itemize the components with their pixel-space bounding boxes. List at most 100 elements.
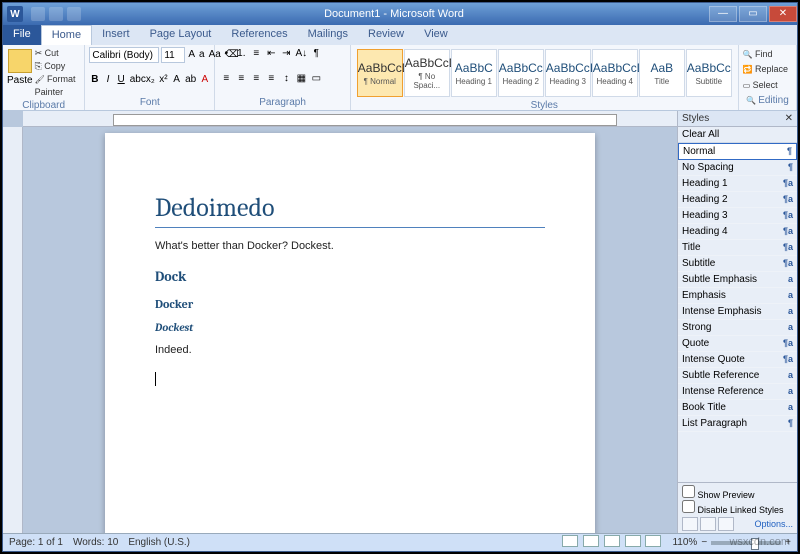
style-list-item[interactable]: No Spacing¶ <box>678 160 797 176</box>
style-list-item[interactable]: Subtle Emphasisa <box>678 272 797 288</box>
subscript-button[interactable]: x₂ <box>145 73 156 87</box>
doc-body-1[interactable]: What's better than Docker? Dockest. <box>155 240 545 252</box>
style-list-item[interactable]: Subtle Referencea <box>678 368 797 384</box>
page-scroll[interactable]: Dedoimedo What's better than Docker? Doc… <box>23 127 677 533</box>
style-list-item[interactable]: Intense Referencea <box>678 384 797 400</box>
underline-button[interactable]: U <box>116 73 127 87</box>
minimize-button[interactable]: — <box>709 6 737 22</box>
tab-file[interactable]: File <box>3 25 41 45</box>
shrink-font-button[interactable]: a <box>198 48 206 62</box>
line-spacing-button[interactable]: ↕ <box>279 72 293 86</box>
align-right-button[interactable]: ≡ <box>249 72 263 86</box>
style-gallery[interactable]: AaBbCcDc¶ NormalAaBbCcDc¶ No Spaci...AaB… <box>355 47 734 99</box>
style-list-item[interactable]: Normal¶ <box>678 143 797 160</box>
style-gallery-item[interactable]: AaBbCcIHeading 3 <box>545 49 591 97</box>
style-list-item[interactable]: Intense Quote¶a <box>678 352 797 368</box>
view-draft[interactable] <box>645 535 661 547</box>
tab-page-layout[interactable]: Page Layout <box>140 25 222 45</box>
tab-view[interactable]: View <box>414 25 458 45</box>
style-list-item[interactable]: Quote¶a <box>678 336 797 352</box>
style-gallery-item[interactable]: AaBbCcHeading 2 <box>498 49 544 97</box>
close-button[interactable]: ✕ <box>769 6 797 22</box>
strike-button[interactable]: abc <box>129 73 143 87</box>
italic-button[interactable]: I <box>102 73 113 87</box>
maximize-button[interactable]: ▭ <box>739 6 767 22</box>
view-web-layout[interactable] <box>604 535 620 547</box>
qat-save-icon[interactable] <box>31 7 45 21</box>
borders-button[interactable]: ▭ <box>309 72 323 86</box>
status-words[interactable]: Words: 10 <box>73 537 118 548</box>
style-list-item[interactable]: Subtitle¶a <box>678 256 797 272</box>
numbering-button[interactable]: 1. <box>234 47 248 61</box>
word-icon[interactable]: W <box>7 6 23 22</box>
style-list-item[interactable]: Heading 2¶a <box>678 192 797 208</box>
font-color-button[interactable]: A <box>199 73 210 87</box>
style-gallery-item[interactable]: AaBbCHeading 1 <box>451 49 497 97</box>
tab-references[interactable]: References <box>221 25 297 45</box>
style-list-item[interactable]: Emphasisa <box>678 288 797 304</box>
text-effects-button[interactable]: A <box>171 73 182 87</box>
indent-button[interactable]: ⇥ <box>279 47 293 61</box>
shading-button[interactable]: ▦ <box>294 72 308 86</box>
copy-button[interactable]: Copy <box>35 60 81 73</box>
superscript-button[interactable]: x² <box>158 73 169 87</box>
tab-mailings[interactable]: Mailings <box>298 25 358 45</box>
outdent-button[interactable]: ⇤ <box>264 47 278 61</box>
style-gallery-item[interactable]: AaBbCcDc¶ No Spaci... <box>404 49 450 97</box>
doc-heading-2[interactable]: Dock <box>155 268 545 285</box>
style-gallery-item[interactable]: AaBbCcDc¶ Normal <box>357 49 403 97</box>
vertical-ruler[interactable] <box>3 127 23 533</box>
style-inspector-button[interactable] <box>700 517 716 531</box>
tab-review[interactable]: Review <box>358 25 414 45</box>
doc-heading-3[interactable]: Docker <box>155 297 545 311</box>
document-page[interactable]: Dedoimedo What's better than Docker? Doc… <box>105 133 595 533</box>
select-button[interactable]: Select <box>743 78 792 93</box>
style-list-item[interactable]: Heading 3¶a <box>678 208 797 224</box>
manage-styles-button[interactable] <box>718 517 734 531</box>
style-list-item[interactable]: Heading 1¶a <box>678 176 797 192</box>
style-list-item[interactable]: Stronga <box>678 320 797 336</box>
styles-list[interactable]: Normal¶No Spacing¶Heading 1¶aHeading 2¶a… <box>678 143 797 482</box>
zoom-out-button[interactable]: − <box>701 537 707 548</box>
style-list-item[interactable]: Heading 4¶a <box>678 224 797 240</box>
view-outline[interactable] <box>625 535 641 547</box>
status-language[interactable]: English (U.S.) <box>128 537 190 548</box>
styles-pane-close-icon[interactable]: ✕ <box>785 113 793 124</box>
style-gallery-item[interactable]: AaBbCcSubtitle <box>686 49 732 97</box>
doc-body-2[interactable]: Indeed. <box>155 344 545 356</box>
new-style-button[interactable] <box>682 517 698 531</box>
status-page[interactable]: Page: 1 of 1 <box>9 537 63 548</box>
highlight-button[interactable]: ab <box>184 73 197 87</box>
style-list-item[interactable]: Title¶a <box>678 240 797 256</box>
justify-button[interactable]: ≡ <box>264 72 278 86</box>
tab-insert[interactable]: Insert <box>92 25 140 45</box>
font-size-input[interactable] <box>161 47 185 63</box>
cut-button[interactable]: Cut <box>35 47 81 60</box>
style-list-item[interactable]: Intense Emphasisa <box>678 304 797 320</box>
styles-options-link[interactable]: Options... <box>734 519 793 529</box>
align-left-button[interactable]: ≡ <box>219 72 233 86</box>
zoom-level[interactable]: 110% <box>672 537 697 548</box>
multilevel-button[interactable]: ≡ <box>249 47 263 61</box>
style-list-item[interactable]: Book Titlea <box>678 400 797 416</box>
sort-button[interactable]: A↓ <box>294 47 308 61</box>
title-bar[interactable]: W Document1 - Microsoft Word — ▭ ✕ <box>3 3 797 25</box>
find-button[interactable]: Find <box>743 47 792 62</box>
format-painter-button[interactable]: Format Painter <box>35 73 81 99</box>
qat-undo-icon[interactable] <box>49 7 63 21</box>
tab-home[interactable]: Home <box>41 25 92 45</box>
clear-all-button[interactable]: Clear All <box>678 127 797 143</box>
style-list-item[interactable]: List Paragraph¶ <box>678 416 797 432</box>
show-marks-button[interactable]: ¶ <box>309 47 323 61</box>
paste-button[interactable]: Paste <box>7 47 33 99</box>
bullets-button[interactable]: • <box>219 47 233 61</box>
style-gallery-item[interactable]: AaBbCcDdHeading 4 <box>592 49 638 97</box>
view-full-screen[interactable] <box>583 535 599 547</box>
show-preview-checkbox[interactable]: Show Preview <box>682 485 793 500</box>
style-gallery-item[interactable]: AaBTitle <box>639 49 685 97</box>
disable-linked-checkbox[interactable]: Disable Linked Styles <box>682 500 793 515</box>
replace-button[interactable]: Replace <box>743 62 792 77</box>
horizontal-ruler[interactable] <box>23 111 677 127</box>
qat-redo-icon[interactable] <box>67 7 81 21</box>
doc-heading-4[interactable]: Dockest <box>155 321 545 334</box>
